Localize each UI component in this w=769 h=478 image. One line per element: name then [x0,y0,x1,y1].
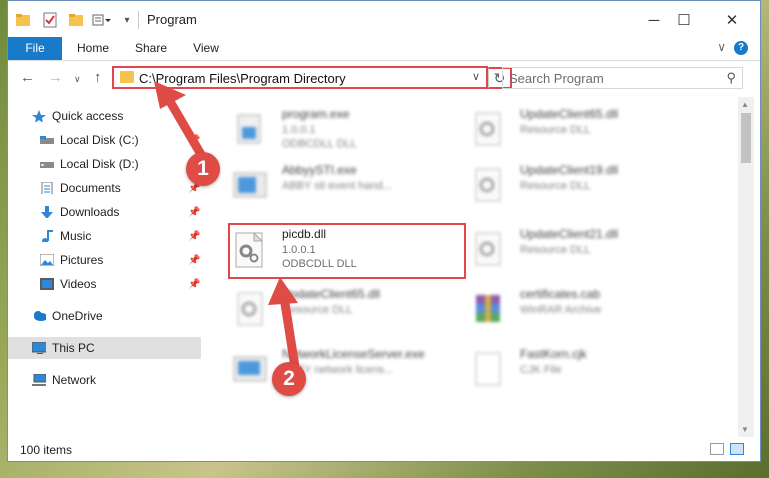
annotation-arrows [154,81,300,372]
explorer-window: ▾ Program ─ ☐ ✕ File Home Share View ∨ ?… [7,0,761,462]
step-badge-2: 2 [272,362,306,396]
step-badge-1: 1 [186,152,220,186]
